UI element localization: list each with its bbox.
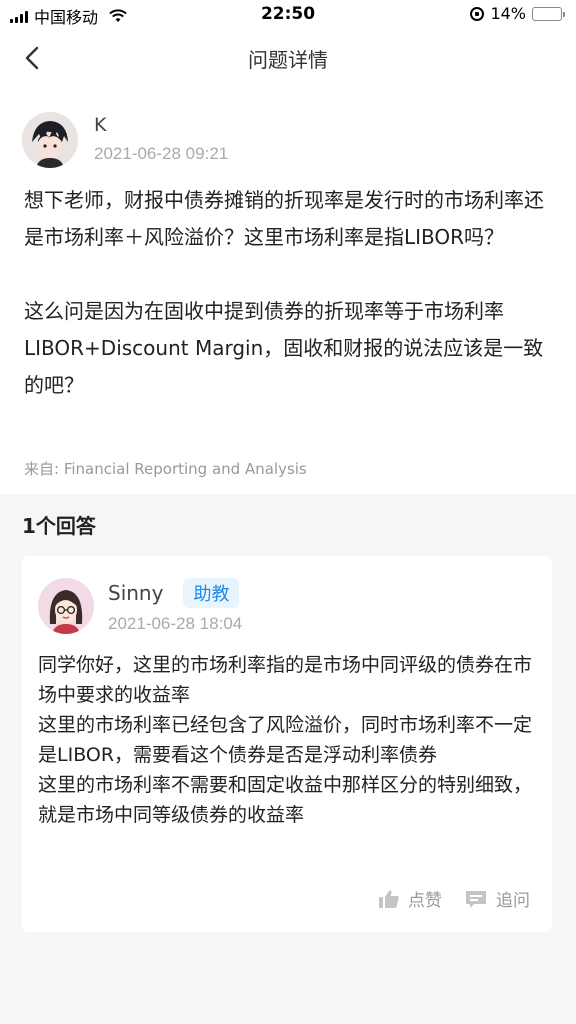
answer-line: 这里的市场利率已经包含了风险溢价，同时市场利率不一定是LIBOR，需要看这个债券… [38,714,533,766]
question-author: K [94,114,107,136]
thumbs-up-icon [379,889,399,908]
answer-line: 同学你好，这里的市场利率指的是市场中同评级的债券在市场中要求的收益率 [38,654,533,706]
followup-button[interactable]: 追问 [464,886,530,911]
chevron-left-icon [25,46,39,70]
comment-icon [466,890,486,908]
question-paragraph: 这么问是因为在固收中提到债券的折现率等于市场利率LIBOR+Discount M… [24,299,544,397]
answer-header: Sinny 助教 2021-06-28 18:04 [38,578,242,634]
teacher-avatar-image [38,578,94,634]
avatar[interactable] [22,112,78,168]
question-body: 想下老师，财报中债券摊销的折现率是发行时的市场利率还是市场利率＋风险溢价？这里市… [24,182,552,404]
nav-bar: 问题详情 [0,30,576,86]
answer-author: Sinny [108,581,164,605]
answer-actions: 点赞 追问 [378,886,530,911]
page-title: 问题详情 [248,47,328,72]
like-button[interactable]: 点赞 [378,886,442,911]
answer-card: Sinny 助教 2021-06-28 18:04 同学你好，这里的市场利率指的… [22,556,552,932]
rotation-lock-icon [470,6,485,21]
answer-time: 2021-06-28 18:04 [108,614,243,633]
question-section: K 2021-06-28 09:21 想下老师，财报中债券摊销的折现率是发行时的… [0,86,576,494]
followup-label: 追问 [496,891,530,911]
avatar[interactable] [38,578,94,634]
user-avatar-image [22,112,78,168]
like-label: 点赞 [408,891,442,911]
question-source: 来自: Financial Reporting and Analysis [24,460,307,478]
battery-icon [532,6,565,21]
status-bar: 中国移动 22:50 14% [0,0,576,30]
question-header: K 2021-06-28 09:21 [22,112,228,168]
question-time: 2021-06-28 09:21 [94,144,229,163]
battery-percent: 14% [490,4,526,23]
answers-count-heading: 1个回答 [22,514,96,538]
question-paragraph: 想下老师，财报中债券摊销的折现率是发行时的市场利率还是市场利率＋风险溢价？这里市… [24,188,544,249]
role-badge: 助教 [183,578,240,608]
back-button[interactable] [18,44,46,72]
answer-body: 同学你好，这里的市场利率指的是市场中同评级的债券在市场中要求的收益率 这里的市场… [38,650,538,830]
answer-line: 这里的市场利率不需要和固定收益中那样区分的特别细致，就是市场中同等级债券的收益率 [38,774,533,826]
